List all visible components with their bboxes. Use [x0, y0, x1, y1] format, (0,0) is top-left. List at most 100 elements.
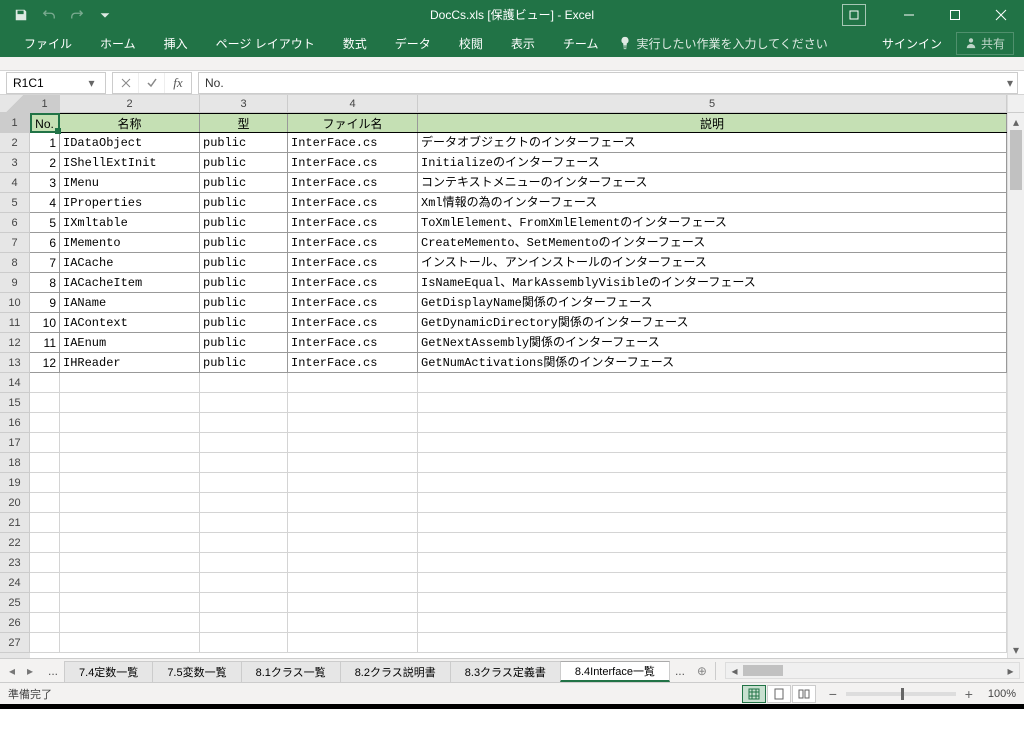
cell-file[interactable]: InterFace.cs	[288, 173, 418, 192]
cell[interactable]	[30, 453, 60, 472]
cell-desc[interactable]: Initializeのインターフェース	[418, 153, 1007, 172]
cell[interactable]	[60, 633, 200, 652]
cell-no[interactable]: 10	[30, 313, 60, 332]
horizontal-scrollbar[interactable]: ◂ ▸	[725, 662, 1020, 679]
cell[interactable]	[418, 413, 1007, 432]
cell-name[interactable]: IAName	[60, 293, 200, 312]
sheet-tab[interactable]: 8.1クラス一覧	[241, 661, 341, 682]
hscroll-thumb[interactable]	[743, 665, 783, 676]
cell-name[interactable]: IAEnum	[60, 333, 200, 352]
cell[interactable]	[60, 373, 200, 392]
cell[interactable]	[288, 573, 418, 592]
cell-type[interactable]: public	[200, 353, 288, 372]
row-header-7[interactable]: 7	[0, 233, 30, 253]
cell[interactable]	[288, 513, 418, 532]
column-header-5[interactable]: 5	[418, 95, 1007, 112]
row-header-8[interactable]: 8	[0, 253, 30, 273]
cell[interactable]	[418, 453, 1007, 472]
row-header-15[interactable]: 15	[0, 393, 30, 413]
cell[interactable]	[418, 393, 1007, 412]
tell-me-box[interactable]: 実行したい作業を入力してください	[618, 35, 827, 52]
cell[interactable]	[200, 533, 288, 552]
cell[interactable]	[200, 493, 288, 512]
cell-no[interactable]: 8	[30, 273, 60, 292]
cell-name[interactable]: IMenu	[60, 173, 200, 192]
maximize-button[interactable]	[932, 0, 978, 29]
cell[interactable]	[30, 553, 60, 572]
cell-type[interactable]: public	[200, 133, 288, 152]
vertical-scrollbar[interactable]: ▴ ▾	[1007, 113, 1024, 658]
tab-home[interactable]: ホーム	[86, 29, 150, 57]
cell-file[interactable]: InterFace.cs	[288, 233, 418, 252]
scroll-right-icon[interactable]: ▸	[1002, 664, 1019, 678]
row-header-26[interactable]: 26	[0, 613, 30, 633]
cell-desc[interactable]: IsNameEqual、MarkAssemblyVisibleのインターフェース	[418, 273, 1007, 292]
header-file[interactable]: ファイル名	[288, 114, 418, 132]
cell-desc[interactable]: ToXmlElement、FromXmlElementのインターフェース	[418, 213, 1007, 232]
cell-no[interactable]: 7	[30, 253, 60, 272]
cell-no[interactable]: 3	[30, 173, 60, 192]
tab-team[interactable]: チーム	[549, 29, 613, 57]
column-header-1[interactable]: 1	[30, 95, 60, 112]
cell-desc[interactable]: データオブジェクトのインターフェース	[418, 133, 1007, 152]
cell[interactable]	[418, 493, 1007, 512]
header-name[interactable]: 名称	[60, 114, 200, 132]
cell[interactable]	[418, 573, 1007, 592]
pagelayout-view-button[interactable]	[767, 685, 791, 703]
enter-formula-button[interactable]	[139, 73, 165, 93]
cell-desc[interactable]: インストール、アンインストールのインターフェース	[418, 253, 1007, 272]
cell-name[interactable]: IMemento	[60, 233, 200, 252]
name-box[interactable]: R1C1 ▾	[6, 72, 106, 94]
cell[interactable]	[418, 553, 1007, 572]
cell-type[interactable]: public	[200, 153, 288, 172]
cell[interactable]	[60, 413, 200, 432]
sheet-ellipsis-left[interactable]: ...	[42, 664, 64, 678]
cell[interactable]	[288, 633, 418, 652]
cell-type[interactable]: public	[200, 333, 288, 352]
row-header-16[interactable]: 16	[0, 413, 30, 433]
sheet-first-button[interactable]: ◂	[4, 662, 20, 680]
cell[interactable]	[30, 513, 60, 532]
cell[interactable]	[288, 393, 418, 412]
cell-file[interactable]: InterFace.cs	[288, 193, 418, 212]
row-header-5[interactable]: 5	[0, 193, 30, 213]
column-header-3[interactable]: 3	[200, 95, 288, 112]
row-header-22[interactable]: 22	[0, 533, 30, 553]
cell-no[interactable]: 9	[30, 293, 60, 312]
row-header-24[interactable]: 24	[0, 573, 30, 593]
cell-desc[interactable]: コンテキストメニューのインターフェース	[418, 173, 1007, 192]
cell-type[interactable]: public	[200, 253, 288, 272]
scroll-left-icon[interactable]: ◂	[726, 664, 743, 678]
cell[interactable]	[30, 473, 60, 492]
expand-formula-icon[interactable]: ▾	[1007, 76, 1013, 90]
row-header-4[interactable]: 4	[0, 173, 30, 193]
cell-file[interactable]: InterFace.cs	[288, 253, 418, 272]
cell-file[interactable]: InterFace.cs	[288, 353, 418, 372]
cell[interactable]	[288, 493, 418, 512]
signin-link[interactable]: サインイン	[868, 35, 956, 52]
cell-file[interactable]: InterFace.cs	[288, 273, 418, 292]
cell[interactable]	[288, 413, 418, 432]
scroll-thumb[interactable]	[1010, 130, 1022, 190]
tab-data[interactable]: データ	[381, 29, 445, 57]
cell-no[interactable]: 6	[30, 233, 60, 252]
row-header-23[interactable]: 23	[0, 553, 30, 573]
row-header-3[interactable]: 3	[0, 153, 30, 173]
zoom-slider[interactable]	[846, 692, 956, 696]
pagebreak-view-button[interactable]	[792, 685, 816, 703]
zoom-handle[interactable]	[901, 688, 904, 700]
row-header-10[interactable]: 10	[0, 293, 30, 313]
tab-file[interactable]: ファイル	[10, 29, 86, 57]
zoom-percent[interactable]: 100%	[988, 688, 1016, 700]
cell-name[interactable]: IACacheItem	[60, 273, 200, 292]
cell[interactable]	[200, 553, 288, 572]
row-header-25[interactable]: 25	[0, 593, 30, 613]
cell-file[interactable]: InterFace.cs	[288, 213, 418, 232]
cell[interactable]	[60, 593, 200, 612]
cell[interactable]	[60, 513, 200, 532]
cell[interactable]	[200, 633, 288, 652]
tab-insert[interactable]: 挿入	[150, 29, 202, 57]
cell-type[interactable]: public	[200, 213, 288, 232]
qat-customize-button[interactable]	[92, 3, 118, 27]
cell[interactable]	[200, 613, 288, 632]
